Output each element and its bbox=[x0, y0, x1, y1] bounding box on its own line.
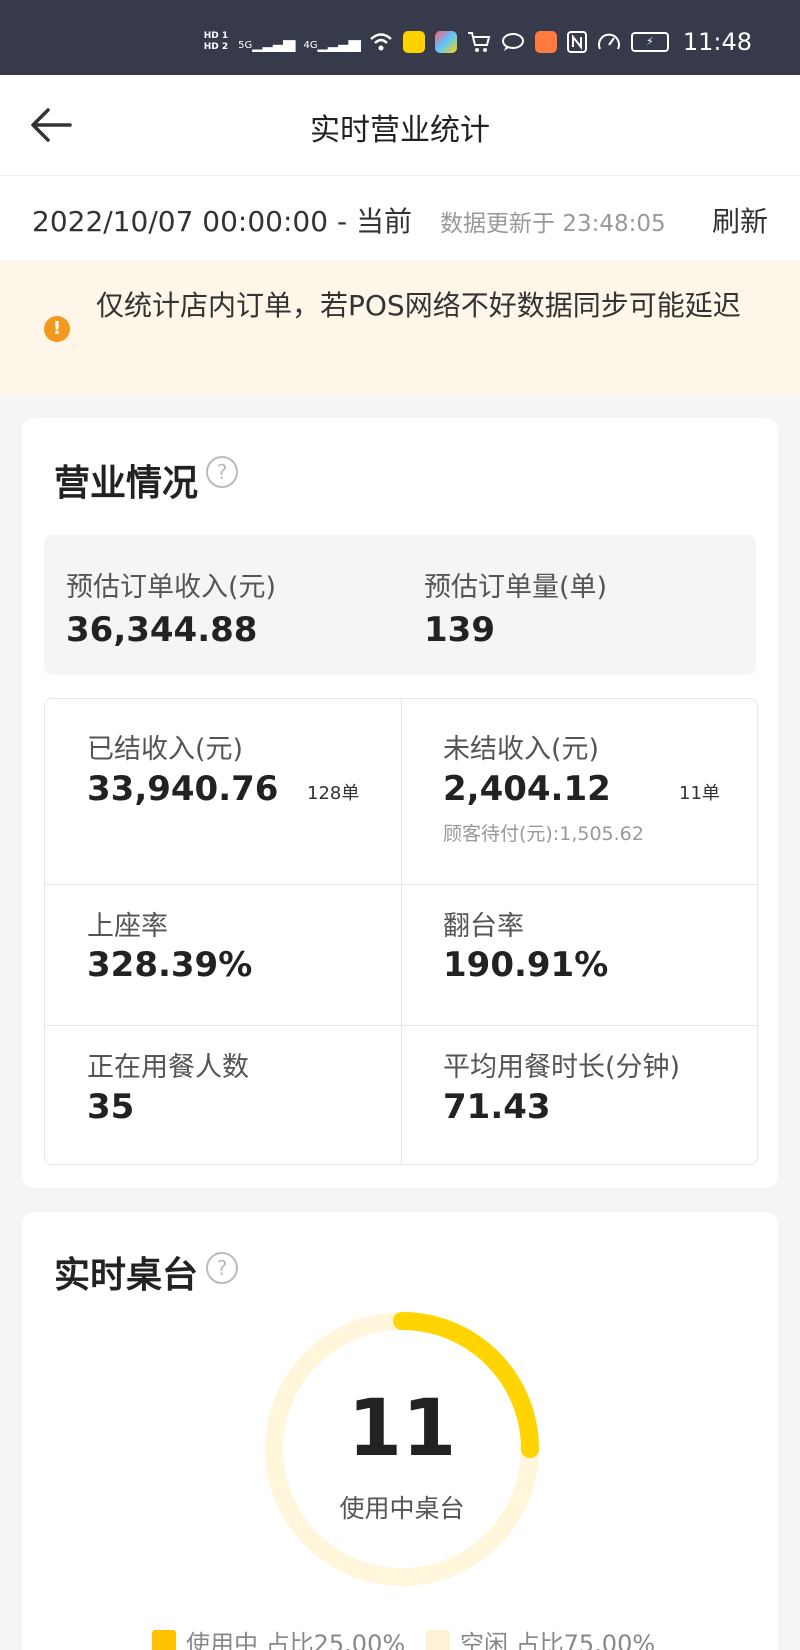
est-income-label: 预估订单收入(元) bbox=[66, 572, 277, 603]
metrics-grid: 已结收入(元) 33,940.76 128单 未结收入(元) 2,404.12 … bbox=[44, 698, 758, 1165]
seat-rate-value: 328.39% bbox=[87, 945, 253, 985]
warning-icon: ! bbox=[44, 316, 70, 342]
health-app-icon bbox=[534, 31, 557, 53]
nfc-icon bbox=[566, 31, 587, 53]
legend-in-use-text: 使用中 占比25.00% bbox=[186, 1630, 406, 1650]
business-summary-card: 营业情况 ? 预估订单收入(元) 36,344.88 预估订单量(单) 139 … bbox=[22, 418, 778, 1188]
refresh-button[interactable]: 刷新 bbox=[712, 200, 768, 240]
avg-duration-value: 71.43 bbox=[443, 1087, 551, 1127]
avg-duration-label: 平均用餐时长(分钟) bbox=[443, 1052, 681, 1083]
grid-divider bbox=[45, 1025, 757, 1026]
status-icons: HD 1 HD 2 5G▁▂▃▅ 4G▁▂▃▅ ⚡ 11:48 bbox=[204, 28, 752, 56]
battery-icon: ⚡ bbox=[630, 32, 669, 52]
in-use-table-label: 使用中桌台 bbox=[339, 1494, 465, 1523]
legend-in-use: 使用中 占比25.00% bbox=[152, 1624, 405, 1650]
in-use-table-count: 11 bbox=[347, 1384, 457, 1474]
signal-icon-5g: 5G▁▂▃▅ bbox=[238, 32, 295, 52]
dining-people-value: 35 bbox=[87, 1087, 135, 1127]
unsettled-income-label: 未结收入(元) bbox=[443, 734, 600, 765]
legend-swatch-in-use bbox=[152, 1629, 176, 1650]
realtime-tables-card: 实时桌台 ? 11 使用中桌台 使用中 占比25.00% 空闲 占比75.00% bbox=[22, 1212, 778, 1650]
chat-icon bbox=[501, 33, 524, 51]
estimate-box: 预估订单收入(元) 36,344.88 预估订单量(单) 139 bbox=[44, 535, 756, 675]
date-filter-row: 2022/10/07 00:00:00 - 当前 数据更新于 23:48:05 … bbox=[0, 175, 800, 260]
turnover-rate-value: 190.91% bbox=[443, 945, 609, 985]
dining-people-label: 正在用餐人数 bbox=[87, 1052, 249, 1083]
est-income-value: 36,344.88 bbox=[66, 610, 258, 650]
nav-bar: 实时营业统计 bbox=[0, 75, 800, 175]
app-icon-colorful bbox=[434, 31, 457, 53]
date-range[interactable]: 2022/10/07 00:00:00 - 当前 bbox=[32, 200, 412, 240]
unsettled-income-value: 2,404.12 bbox=[443, 769, 611, 809]
signal-icon-4g: 4G▁▂▃▅ bbox=[303, 32, 360, 52]
meituan-app-icon bbox=[402, 31, 425, 53]
settled-income-value: 33,940.76 bbox=[87, 769, 279, 809]
help-icon[interactable]: ? bbox=[206, 1252, 238, 1284]
notice-text: 仅统计店内订单，若POS网络不好数据同步可能延迟 bbox=[96, 289, 741, 322]
customer-pending-payment: 顾客待付(元):1,505.62 bbox=[443, 823, 644, 845]
settled-income-label: 已结收入(元) bbox=[87, 734, 244, 765]
legend-swatch-idle bbox=[426, 1629, 450, 1650]
legend-idle: 空闲 占比75.00% bbox=[426, 1624, 655, 1650]
status-bar: HD 1 HD 2 5G▁▂▃▅ 4G▁▂▃▅ ⚡ 11:48 bbox=[0, 0, 800, 75]
seat-rate-label: 上座率 bbox=[87, 911, 168, 942]
est-orders-value: 139 bbox=[424, 610, 495, 650]
help-icon[interactable]: ? bbox=[206, 456, 238, 488]
wifi-icon bbox=[369, 33, 392, 51]
table-usage-ring: 11 使用中桌台 bbox=[257, 1304, 547, 1594]
clock: 11:48 bbox=[682, 28, 752, 56]
settled-order-count: 128单 bbox=[307, 783, 360, 804]
unsettled-order-count: 11单 bbox=[679, 783, 720, 804]
page-title: 实时营业统计 bbox=[310, 113, 490, 148]
notice-banner: ! 仅统计店内订单，若POS网络不好数据同步可能延迟 bbox=[0, 260, 800, 395]
est-orders-label: 预估订单量(单) bbox=[424, 572, 608, 603]
business-section-title: 营业情况 bbox=[54, 463, 199, 504]
grid-divider bbox=[45, 884, 757, 885]
tables-section-title: 实时桌台 bbox=[54, 1255, 199, 1296]
cart-icon bbox=[467, 32, 491, 52]
grid-divider bbox=[401, 699, 402, 1164]
legend-idle-text: 空闲 占比75.00% bbox=[460, 1630, 656, 1650]
speed-icon bbox=[597, 33, 620, 50]
update-time-text: 数据更新于 23:48:05 bbox=[440, 211, 666, 237]
turnover-rate-label: 翻台率 bbox=[443, 911, 524, 942]
dual-sim-indicator: HD 1 HD 2 bbox=[203, 31, 229, 52]
